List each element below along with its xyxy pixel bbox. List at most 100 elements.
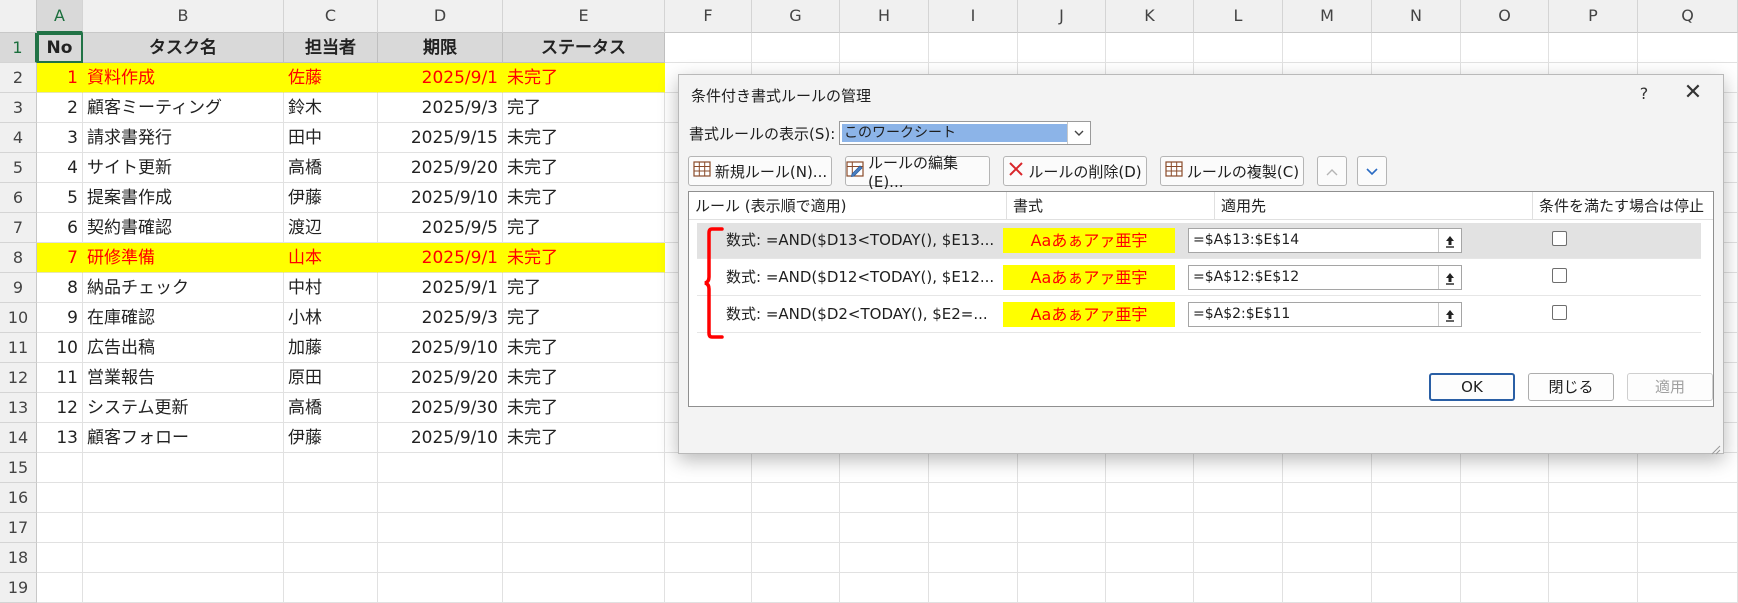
empty-cell[interactable] [37, 543, 83, 573]
cell-no[interactable]: 7 [37, 243, 83, 273]
row-header[interactable]: 2 [0, 63, 37, 93]
cell-no[interactable]: 3 [37, 123, 83, 153]
cell-owner[interactable]: 高橋 [284, 153, 378, 183]
empty-cell[interactable] [1194, 483, 1283, 513]
empty-cell[interactable] [840, 453, 929, 483]
empty-cell[interactable] [1549, 483, 1638, 513]
empty-cell[interactable] [1283, 483, 1372, 513]
empty-cell[interactable] [1638, 513, 1738, 543]
apply-button[interactable]: 適用 [1627, 373, 1713, 401]
cell-no[interactable]: 5 [37, 183, 83, 213]
empty-cell[interactable] [503, 543, 665, 573]
cell-due[interactable]: 2025/9/10 [378, 183, 503, 213]
move-down-button[interactable] [1357, 156, 1387, 186]
cell-due[interactable]: 2025/9/3 [378, 93, 503, 123]
row-header[interactable]: 6 [0, 183, 37, 213]
header-cell-owner[interactable]: 担当者 [284, 33, 378, 63]
cell-status[interactable]: 未完了 [503, 243, 665, 273]
empty-cell[interactable] [503, 573, 665, 603]
empty-cell[interactable] [37, 483, 83, 513]
cell-task[interactable]: 資料作成 [83, 63, 284, 93]
empty-cell[interactable] [1106, 573, 1194, 603]
row-header[interactable]: 1 [0, 33, 37, 63]
cell-owner[interactable]: 原田 [284, 363, 378, 393]
empty-cell[interactable] [1638, 573, 1738, 603]
new-rule-button[interactable]: 新規ルール(N)... [688, 156, 832, 186]
empty-cell[interactable] [284, 483, 378, 513]
cell-owner[interactable]: 高橋 [284, 393, 378, 423]
cell-task[interactable]: 請求書発行 [83, 123, 284, 153]
empty-cell[interactable] [1638, 33, 1738, 63]
show-rules-select[interactable]: このワークシート [839, 121, 1091, 145]
empty-cell[interactable] [1549, 453, 1638, 483]
empty-cell[interactable] [929, 573, 1018, 603]
empty-cell[interactable] [37, 453, 83, 483]
range-select-icon[interactable] [1438, 303, 1461, 326]
empty-cell[interactable] [929, 453, 1018, 483]
applies-to-field[interactable]: =$A$12:$E$12 [1188, 265, 1462, 290]
empty-cell[interactable] [83, 513, 284, 543]
empty-cell[interactable] [1372, 33, 1461, 63]
cell-status[interactable]: 完了 [503, 93, 665, 123]
empty-cell[interactable] [1106, 483, 1194, 513]
cell-status[interactable]: 未完了 [503, 393, 665, 423]
cell-due[interactable]: 2025/9/1 [378, 243, 503, 273]
duplicate-rule-button[interactable]: ルールの複製(C) [1160, 156, 1304, 186]
applies-to-field[interactable]: =$A$13:$E$14 [1188, 228, 1462, 253]
empty-cell[interactable] [752, 453, 840, 483]
column-header[interactable]: C [284, 0, 378, 33]
header-cell-status[interactable]: ステータス [503, 33, 665, 63]
close-dialog-button[interactable]: 閉じる [1528, 373, 1614, 401]
empty-cell[interactable] [1283, 453, 1372, 483]
row-header[interactable]: 5 [0, 153, 37, 183]
empty-cell[interactable] [37, 573, 83, 603]
empty-cell[interactable] [1461, 573, 1549, 603]
cell-no[interactable]: 6 [37, 213, 83, 243]
help-button[interactable]: ? [1629, 81, 1659, 107]
empty-cell[interactable] [1638, 483, 1738, 513]
cell-owner[interactable]: 加藤 [284, 333, 378, 363]
row-header[interactable]: 13 [0, 393, 37, 423]
empty-cell[interactable] [1549, 573, 1638, 603]
empty-cell[interactable] [840, 513, 929, 543]
column-header[interactable]: N [1372, 0, 1461, 33]
row-header[interactable]: 11 [0, 333, 37, 363]
cell-due[interactable]: 2025/9/10 [378, 333, 503, 363]
header-cell-task[interactable]: タスク名 [83, 33, 284, 63]
empty-cell[interactable] [1372, 543, 1461, 573]
empty-cell[interactable] [752, 513, 840, 543]
empty-cell[interactable] [929, 513, 1018, 543]
row-header[interactable]: 9 [0, 273, 37, 303]
empty-cell[interactable] [1018, 513, 1106, 543]
empty-cell[interactable] [1372, 483, 1461, 513]
row-header[interactable]: 17 [0, 513, 37, 543]
row-header[interactable]: 16 [0, 483, 37, 513]
range-select-icon[interactable] [1438, 229, 1461, 252]
cell-due[interactable]: 2025/9/1 [378, 273, 503, 303]
empty-cell[interactable] [1194, 573, 1283, 603]
cell-task[interactable]: システム更新 [83, 393, 284, 423]
cell-task[interactable]: 研修準備 [83, 243, 284, 273]
empty-cell[interactable] [752, 33, 840, 63]
cell-task[interactable]: 納品チェック [83, 273, 284, 303]
empty-cell[interactable] [1549, 33, 1638, 63]
column-header[interactable]: B [83, 0, 284, 33]
cell-task[interactable]: 営業報告 [83, 363, 284, 393]
cell-no[interactable]: 1 [37, 63, 83, 93]
cell-status[interactable]: 完了 [503, 213, 665, 243]
empty-cell[interactable] [83, 483, 284, 513]
column-header[interactable]: G [752, 0, 840, 33]
cell-owner[interactable]: 山本 [284, 243, 378, 273]
empty-cell[interactable] [1194, 543, 1283, 573]
empty-cell[interactable] [1018, 33, 1106, 63]
row-header[interactable]: 19 [0, 573, 37, 603]
empty-cell[interactable] [1194, 33, 1283, 63]
empty-cell[interactable] [1372, 453, 1461, 483]
row-header[interactable]: 4 [0, 123, 37, 153]
column-header[interactable]: M [1283, 0, 1372, 33]
empty-cell[interactable] [1549, 513, 1638, 543]
empty-cell[interactable] [1461, 483, 1549, 513]
empty-cell[interactable] [840, 483, 929, 513]
cell-due[interactable]: 2025/9/1 [378, 63, 503, 93]
cell-status[interactable]: 未完了 [503, 63, 665, 93]
